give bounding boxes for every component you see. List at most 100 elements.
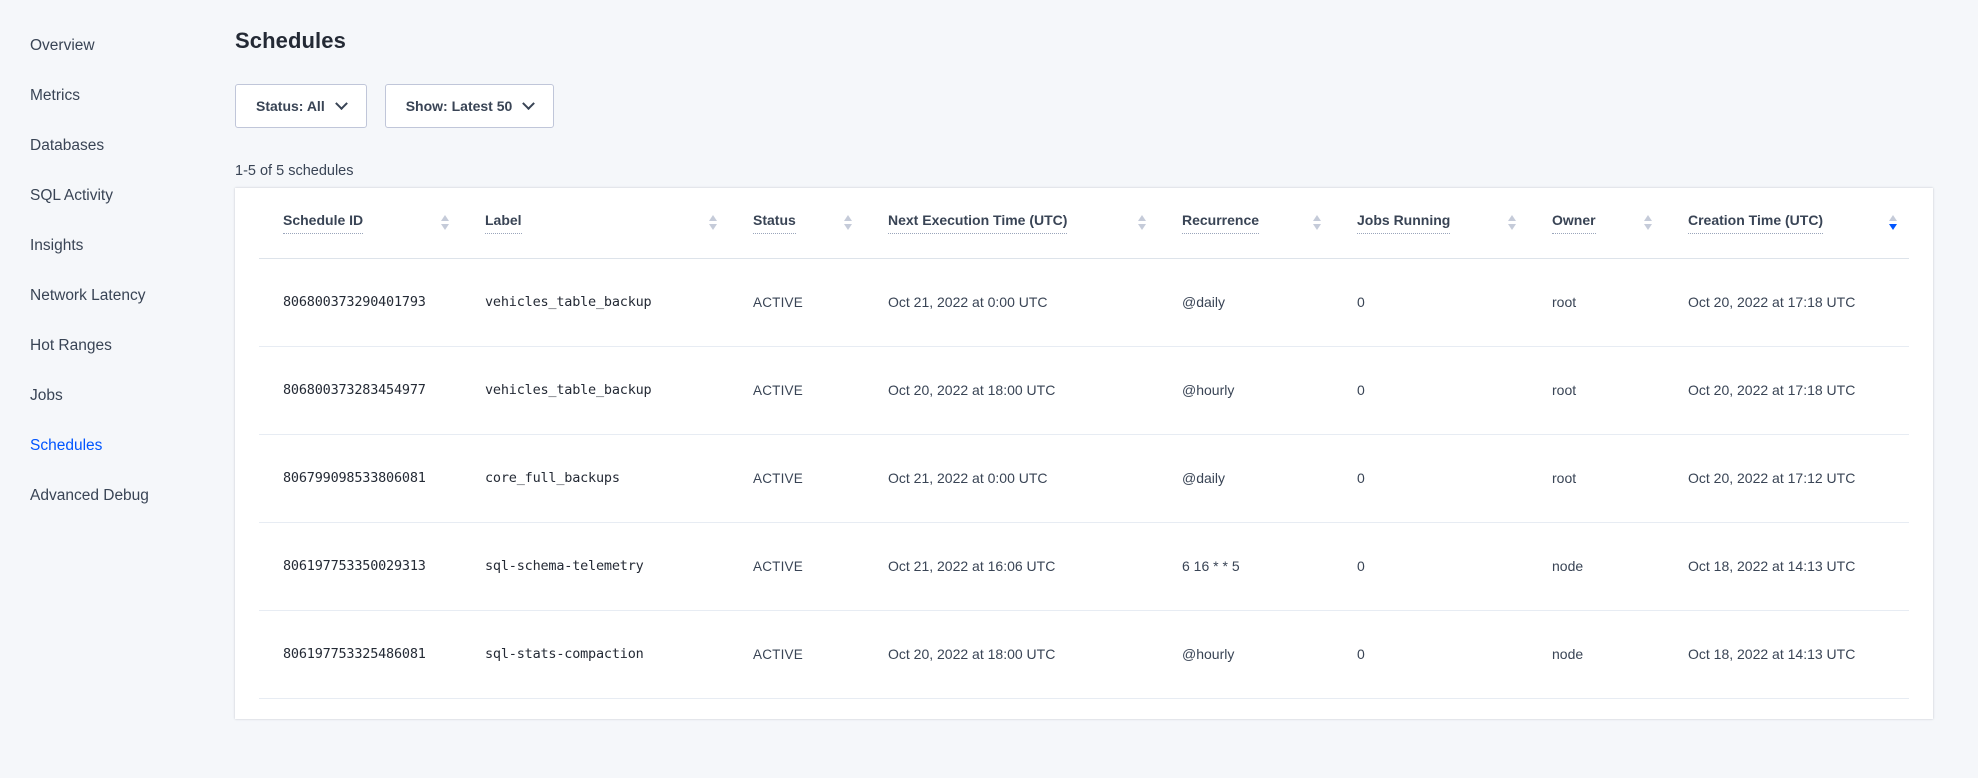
chevron-down-icon [335,97,348,110]
chevron-down-icon [522,97,535,110]
sort-down-arrow [709,224,717,230]
column-label: Owner [1552,212,1596,234]
sort-icon [709,215,717,230]
sort-down-arrow [441,224,449,230]
cell-label: core_full_backups [461,434,729,522]
cell-label: sql-schema-telemetry [461,522,729,610]
column-header-recurrence[interactable]: Recurrence [1158,188,1333,258]
cell-jobs-running: 0 [1333,610,1528,698]
column-label: Next Execution Time (UTC) [888,212,1067,234]
cell-recurrence: @hourly [1158,610,1333,698]
cell-label: sql-stats-compaction [461,610,729,698]
sidebar-item-schedules[interactable]: Schedules [30,421,220,471]
sort-up-arrow [441,215,449,221]
sidebar-item-metrics[interactable]: Metrics [30,71,220,121]
cell-owner: node [1528,522,1664,610]
cell-label: vehicles_table_backup [461,258,729,346]
sort-down-arrow [1644,224,1652,230]
sort-icon [441,215,449,230]
cell-schedule-id: 806197753350029313 [259,522,461,610]
main-content: Schedules Status: All Show: Latest 50 1-… [235,0,1933,719]
column-header-jobs-running[interactable]: Jobs Running [1333,188,1528,258]
sort-down-arrow [1508,224,1516,230]
status-filter-dropdown[interactable]: Status: All [235,84,367,128]
sort-icon [1313,215,1321,230]
cell-status: ACTIVE [729,522,864,610]
cell-owner: node [1528,610,1664,698]
cell-owner: root [1528,346,1664,434]
column-header-next-execution-time-utc[interactable]: Next Execution Time (UTC) [864,188,1158,258]
column-label: Creation Time (UTC) [1688,212,1823,234]
results-count: 1-5 of 5 schedules [235,162,1933,180]
table-row: 806197753325486081sql-stats-compactionAC… [259,610,1909,698]
cell-creation-time: Oct 20, 2022 at 17:12 UTC [1664,434,1909,522]
cell-creation-time: Oct 20, 2022 at 17:18 UTC [1664,346,1909,434]
table-header-row: Schedule ID Label Status Next Execution Tim… [259,188,1909,258]
cell-status: ACTIVE [729,610,864,698]
cell-schedule-id: 806800373290401793 [259,258,461,346]
sort-down-arrow [1138,224,1146,230]
cell-recurrence: 6 16 * * 5 [1158,522,1333,610]
sort-up-arrow [844,215,852,221]
cell-label: vehicles_table_backup [461,346,729,434]
sidebar: OverviewMetricsDatabasesSQL ActivityInsi… [30,21,220,521]
sidebar-item-hot-ranges[interactable]: Hot Ranges [30,321,220,371]
sort-up-arrow [1508,215,1516,221]
sidebar-item-databases[interactable]: Databases [30,121,220,171]
schedules-card: Schedule ID Label Status Next Execution Tim… [235,188,1933,719]
column-label: Schedule ID [283,212,363,234]
cell-schedule-id: 806800373283454977 [259,346,461,434]
sort-up-arrow [1644,215,1652,221]
page-title: Schedules [235,30,1933,52]
cell-owner: root [1528,434,1664,522]
cell-jobs-running: 0 [1333,434,1528,522]
show-filter-label: Show: Latest 50 [406,98,513,114]
cell-next-execution-time: Oct 21, 2022 at 0:00 UTC [864,434,1158,522]
column-header-label[interactable]: Label [461,188,729,258]
cell-jobs-running: 0 [1333,346,1528,434]
column-header-owner[interactable]: Owner [1528,188,1664,258]
column-label: Jobs Running [1357,212,1450,234]
cell-recurrence: @daily [1158,258,1333,346]
sort-icon [1508,215,1516,230]
sidebar-item-sql-activity[interactable]: SQL Activity [30,171,220,221]
column-header-status[interactable]: Status [729,188,864,258]
sidebar-item-advanced-debug[interactable]: Advanced Debug [30,471,220,521]
cell-jobs-running: 0 [1333,258,1528,346]
cell-creation-time: Oct 20, 2022 at 17:18 UTC [1664,258,1909,346]
sidebar-item-overview[interactable]: Overview [30,21,220,71]
sort-icon [1889,215,1897,230]
sort-icon [1644,215,1652,230]
table-body: 806800373290401793vehicles_table_backupA… [259,258,1909,698]
cell-status: ACTIVE [729,434,864,522]
table-row: 806800373290401793vehicles_table_backupA… [259,258,1909,346]
table-row: 806799098533806081core_full_backupsACTIV… [259,434,1909,522]
cell-status: ACTIVE [729,346,864,434]
cell-next-execution-time: Oct 21, 2022 at 16:06 UTC [864,522,1158,610]
cell-creation-time: Oct 18, 2022 at 14:13 UTC [1664,610,1909,698]
table-row: 806800373283454977vehicles_table_backupA… [259,346,1909,434]
sidebar-item-jobs[interactable]: Jobs [30,371,220,421]
cell-schedule-id: 806197753325486081 [259,610,461,698]
column-label: Recurrence [1182,212,1259,234]
cell-next-execution-time: Oct 20, 2022 at 18:00 UTC [864,346,1158,434]
sort-up-arrow [709,215,717,221]
sidebar-item-insights[interactable]: Insights [30,221,220,271]
sidebar-item-network-latency[interactable]: Network Latency [30,271,220,321]
cell-status: ACTIVE [729,258,864,346]
sort-up-arrow [1889,215,1897,221]
column-header-schedule-id[interactable]: Schedule ID [259,188,461,258]
column-label: Label [485,212,522,234]
cell-schedule-id: 806799098533806081 [259,434,461,522]
cell-next-execution-time: Oct 21, 2022 at 0:00 UTC [864,258,1158,346]
cell-recurrence: @hourly [1158,346,1333,434]
sort-down-arrow [844,224,852,230]
cell-owner: root [1528,258,1664,346]
sort-down-arrow [1313,224,1321,230]
column-label: Status [753,212,796,234]
cell-next-execution-time: Oct 20, 2022 at 18:00 UTC [864,610,1158,698]
column-header-creation-time-utc[interactable]: Creation Time (UTC) [1664,188,1909,258]
cell-jobs-running: 0 [1333,522,1528,610]
show-filter-dropdown[interactable]: Show: Latest 50 [385,84,555,128]
sort-down-arrow [1889,224,1897,230]
